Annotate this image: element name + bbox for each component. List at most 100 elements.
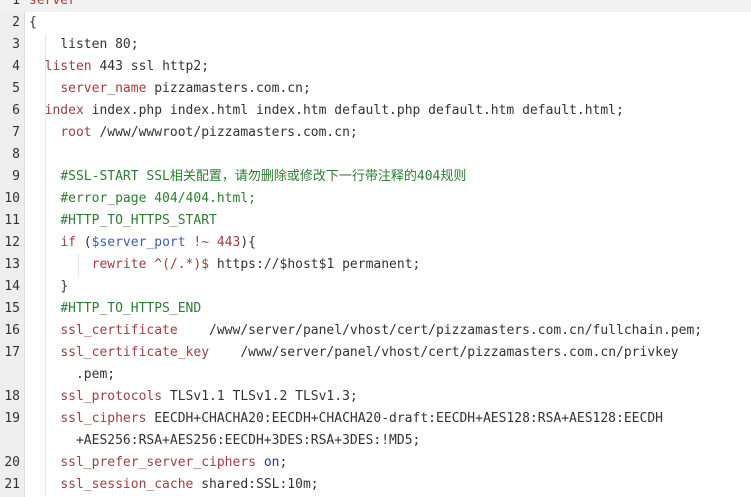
- code-text[interactable]: root /www/wwwroot/pizzamasters.com.cn;: [29, 122, 751, 144]
- code-token: (: [75, 235, 92, 250]
- code-text[interactable]: listen 443 ssl http2;: [29, 56, 751, 78]
- code-text[interactable]: #SSL-START SSL相关配置，请勿删除或修改下一行带注释的404规则: [29, 166, 751, 188]
- code-text[interactable]: ssl_protocols TLSv1.1 TLSv1.2 TLSv1.3;: [29, 386, 751, 408]
- code-comment: #HTTP_TO_HTTPS_START: [60, 213, 217, 228]
- code-keyword: listen: [44, 59, 92, 74]
- code-lines[interactable]: 1 server 2{3 listen 80; 4 listen 443 ssl ht…: [0, 0, 751, 496]
- code-text[interactable]: listen 80;: [29, 34, 751, 56]
- line-number: 17: [4, 345, 20, 360]
- code-text[interactable]: {: [29, 12, 751, 34]
- line-number: 18: [4, 389, 20, 404]
- code-line[interactable]: 3 listen 80;: [0, 34, 751, 56]
- code-line[interactable]: 21 ssl_session_cache shared:SSL:10m;: [0, 474, 751, 496]
- code-line[interactable]: 18 ssl_protocols TLSv1.1 TLSv1.2 TLSv1.3…: [0, 386, 751, 408]
- code-text[interactable]: ssl_certificate /www/server/panel/vhost/…: [29, 320, 751, 342]
- line-number: 1: [12, 0, 20, 8]
- code-keyword: ssl_certificate: [60, 323, 178, 338]
- code-line[interactable]: 7 root /www/wwwroot/pizzamasters.com.cn;: [0, 122, 751, 144]
- code-token: /www/wwwroot/pizzamasters.com.cn;: [91, 125, 358, 140]
- code-line[interactable]: 13 rewrite ^(/.*)$ https://$host$1 perma…: [0, 254, 751, 276]
- code-line[interactable]: 19 ssl_ciphers EECDH+CHACHA20:EECDH+CHAC…: [0, 408, 751, 452]
- code-line[interactable]: 15 #HTTP_TO_HTTPS_END: [0, 298, 751, 320]
- code-line[interactable]: 9 #SSL-START SSL相关配置，请勿删除或修改下一行带注释的404规则: [0, 166, 751, 188]
- code-comment: #HTTP_TO_HTTPS_END: [60, 301, 202, 316]
- code-line[interactable]: 12 if ($server_port !~ 443){: [0, 232, 751, 254]
- line-number: 19: [4, 411, 20, 426]
- line-number: 11: [4, 213, 20, 228]
- code-line[interactable]: 16 ssl_certificate /www/server/panel/vho…: [0, 320, 751, 342]
- code-keyword: ssl_prefer_server_ciphers: [60, 455, 256, 470]
- code-token: pizzamasters.com.cn;: [146, 81, 311, 96]
- code-text[interactable]: ssl_ciphers EECDH+CHACHA20:EECDH+CHACHA2…: [29, 408, 751, 452]
- code-keyword: if: [60, 235, 76, 250]
- code-text[interactable]: if ($server_port !~ 443){: [29, 232, 751, 254]
- code-keyword: rewrite: [91, 257, 147, 272]
- line-number: 9: [12, 169, 20, 184]
- code-text[interactable]: #error_page 404/404.html;: [29, 188, 751, 210]
- line-number: 2: [12, 15, 20, 30]
- code-token: ;: [279, 455, 288, 470]
- code-keyword: root: [60, 125, 92, 140]
- code-token: shared:SSL:10m;: [193, 477, 319, 492]
- code-line[interactable]: 5 server_name pizzamasters.com.cn;: [0, 78, 751, 100]
- code-text[interactable]: rewrite ^(/.*)$ https://$host$1 permanen…: [29, 254, 751, 276]
- code-text[interactable]: ssl_prefer_server_ciphers on;: [29, 452, 751, 474]
- line-number: 12: [4, 235, 20, 250]
- line-number: 13: [4, 257, 20, 272]
- line-number: 8: [12, 147, 20, 162]
- code-line[interactable]: 11 #HTTP_TO_HTTPS_START: [0, 210, 751, 232]
- code-text[interactable]: ssl_session_cache shared:SSL:10m;: [29, 474, 751, 496]
- code-token: 443: [216, 235, 241, 250]
- code-text[interactable]: #HTTP_TO_HTTPS_START: [29, 210, 751, 232]
- code-line[interactable]: 2{: [0, 12, 751, 34]
- code-editor[interactable]: 1 server 2{3 listen 80; 4 listen 443 ssl ht…: [0, 0, 751, 497]
- code-line[interactable]: 8: [0, 144, 751, 166]
- indent-guide: [45, 144, 46, 166]
- code-comment: #error_page 404/404.html;: [60, 191, 256, 206]
- code-line[interactable]: 20 ssl_prefer_server_ciphers on;: [0, 452, 751, 474]
- code-text[interactable]: server_name pizzamasters.com.cn;: [29, 78, 751, 100]
- code-token: 443 ssl http2;: [91, 59, 210, 74]
- code-token: ){: [240, 235, 256, 250]
- code-keyword: ssl_session_cache: [60, 477, 194, 492]
- code-keyword: ssl_protocols: [60, 389, 163, 404]
- code-line[interactable]: 10 #error_page 404/404.html;: [0, 188, 751, 210]
- line-number: 3: [12, 37, 20, 52]
- code-line[interactable]: 6 index index.php index.html index.htm d…: [0, 100, 751, 122]
- code-text[interactable]: index index.php index.html index.htm def…: [29, 100, 751, 122]
- code-token: ^(/.*)$: [154, 257, 210, 272]
- code-token: index.php index.html index.htm default.p…: [83, 103, 624, 118]
- code-token: }: [29, 279, 69, 294]
- line-number: 15: [4, 301, 20, 316]
- code-text[interactable]: #HTTP_TO_HTTPS_END: [29, 298, 751, 320]
- code-line[interactable]: 14 }: [0, 276, 751, 298]
- code-line[interactable]: 1 server: [0, 0, 751, 12]
- line-number: 14: [4, 279, 20, 294]
- line-number: 10: [4, 191, 20, 206]
- code-text[interactable]: }: [29, 276, 751, 298]
- code-text[interactable]: ssl_certificate_key /www/server/panel/vh…: [29, 342, 751, 386]
- line-number: 16: [4, 323, 20, 338]
- code-token: on: [263, 455, 280, 470]
- line-number: 5: [12, 81, 20, 96]
- code-line[interactable]: 4 listen 443 ssl http2;: [0, 56, 751, 78]
- line-number: 20: [4, 455, 20, 470]
- code-token: https://$host$1 permanent;: [209, 257, 421, 272]
- code-token: {: [29, 15, 37, 30]
- line-number: 6: [12, 103, 20, 118]
- code-text[interactable]: server: [29, 0, 751, 12]
- code-keyword: ssl_ciphers: [60, 411, 147, 426]
- code-line[interactable]: 17 ssl_certificate_key /www/server/panel…: [0, 342, 751, 386]
